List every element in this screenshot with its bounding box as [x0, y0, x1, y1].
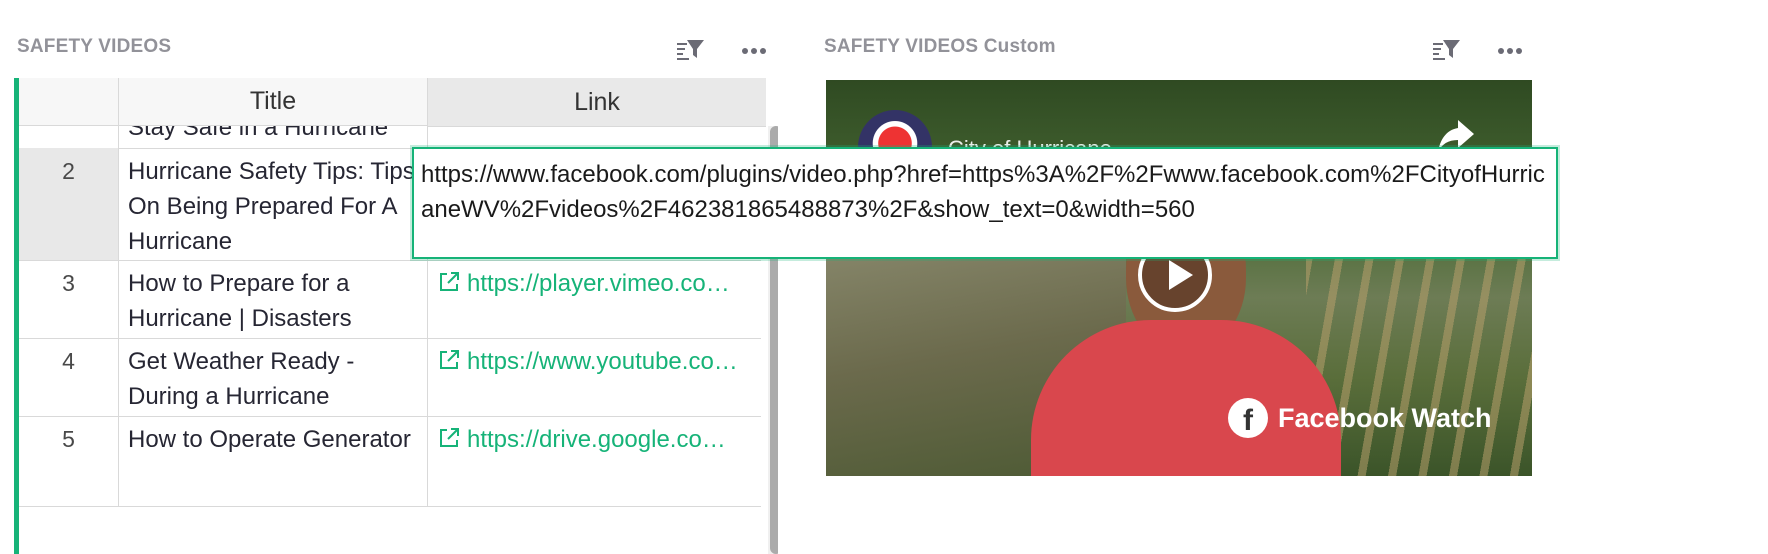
- link-cell[interactable]: https://www.youtube.co…: [429, 338, 761, 416]
- title-cell[interactable]: How to Prepare for a Hurricane | Disaste…: [120, 260, 428, 338]
- row-number: 5: [19, 416, 119, 506]
- external-link-icon[interactable]: [437, 348, 461, 372]
- row-number: 4: [19, 338, 119, 416]
- more-dots-icon[interactable]: [740, 36, 770, 66]
- sort-filter-icon[interactable]: [676, 36, 706, 66]
- facebook-watch-badge[interactable]: f Facebook Watch: [1228, 398, 1492, 438]
- external-link-icon[interactable]: [437, 270, 461, 294]
- table-row[interactable]: 3 How to Prepare for a Hurricane | Disas…: [19, 260, 761, 339]
- title-cell[interactable]: Hurricane Safety Tips: Tips On Being Pre…: [120, 148, 428, 260]
- title-cell[interactable]: How to Operate Generator: [120, 416, 428, 506]
- link-text[interactable]: https://player.vimeo.co…: [467, 270, 730, 297]
- widget-title-safety-videos: SAFETY VIDEOS: [17, 36, 172, 57]
- column-header-link[interactable]: Link: [428, 78, 766, 127]
- link-text[interactable]: https://drive.google.co…: [467, 426, 726, 453]
- row-number: 2: [19, 148, 119, 260]
- more-dots-icon[interactable]: [1496, 36, 1526, 66]
- widget-title-safety-videos-custom: SAFETY VIDEOS Custom: [824, 36, 1056, 57]
- row-number: 3: [19, 260, 119, 338]
- facebook-watch-label: Facebook Watch: [1278, 402, 1492, 433]
- video-embed[interactable]: City of Hurricane f Facebook Watch: [826, 80, 1532, 476]
- cell-editor[interactable]: https://www.facebook.com/plugins/video.p…: [412, 147, 1558, 259]
- link-text[interactable]: https://www.youtube.co…: [467, 348, 738, 375]
- external-link-icon[interactable]: [437, 426, 461, 450]
- sort-filter-icon[interactable]: [1432, 36, 1462, 66]
- table-row[interactable]: 4 Get Weather Ready - During a Hurricane…: [19, 338, 761, 417]
- row-header-corner: [19, 78, 119, 126]
- title-cell[interactable]: Get Weather Ready - During a Hurricane: [120, 338, 428, 416]
- link-cell[interactable]: https://drive.google.co…: [429, 416, 761, 506]
- table-row[interactable]: 5 How to Operate Generator https://drive…: [19, 416, 761, 507]
- column-header-title[interactable]: Title: [119, 78, 428, 126]
- facebook-icon: f: [1228, 398, 1268, 438]
- link-cell[interactable]: https://player.vimeo.co…: [429, 260, 761, 338]
